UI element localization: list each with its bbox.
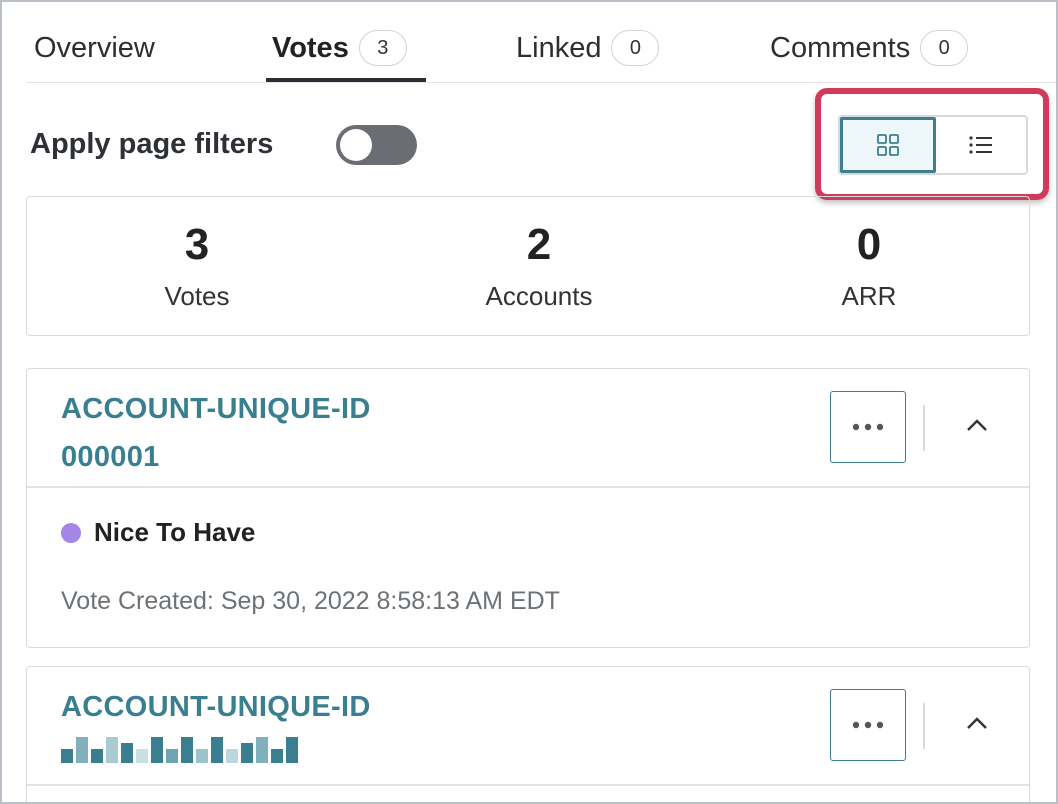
divider (923, 703, 925, 749)
tab-votes[interactable]: Votes 3 (272, 28, 407, 68)
ellipsis-icon (851, 418, 885, 436)
chevron-up-icon (966, 716, 988, 735)
tab-label: Overview (34, 31, 155, 64)
tab-label: Votes (272, 31, 349, 64)
list-view-button[interactable] (936, 117, 1026, 173)
divider (923, 405, 925, 451)
list-view-icon (968, 134, 994, 156)
tab-bar: Overview Votes 3 Linked 0 Comments 0 (26, 2, 1056, 83)
arr-label: ARR (841, 281, 897, 311)
tab-comments[interactable]: Comments 0 (770, 28, 969, 68)
votes-panel: Overview Votes 3 Linked 0 Comments 0 App… (0, 0, 1058, 804)
vote-created-timestamp: Vote Created: Sep 30, 2022 8:58:13 AM ED… (61, 587, 560, 615)
ellipsis-icon (851, 716, 885, 734)
accounts-stat: 2 Accounts (439, 219, 639, 312)
redacted-account-id (61, 737, 298, 763)
account-id-line1: ACCOUNT-UNIQUE-ID (61, 691, 371, 723)
more-options-button[interactable] (830, 689, 906, 761)
priority-label: Nice To Have (94, 517, 256, 547)
tab-label: Linked (516, 31, 602, 64)
toggle-knob (340, 129, 372, 161)
collapse-button[interactable] (957, 707, 997, 743)
account-title[interactable]: ACCOUNT-UNIQUE-ID 000001 (61, 385, 481, 481)
chevron-up-icon (966, 418, 988, 437)
grid-view-button[interactable] (840, 117, 936, 173)
collapse-button[interactable] (957, 409, 997, 445)
accounts-label: Accounts (485, 281, 593, 311)
more-options-button[interactable] (830, 391, 906, 463)
card-divider (27, 784, 1029, 786)
tab-count-badge: 0 (920, 30, 969, 66)
view-switch (838, 115, 1028, 175)
card-divider (27, 486, 1029, 488)
votes-stat: 3 Votes (97, 219, 297, 312)
apply-page-filters-toggle[interactable] (336, 125, 417, 165)
votes-count: 3 (184, 220, 210, 269)
tab-overview[interactable]: Overview (34, 28, 155, 68)
tab-count-badge: 3 (358, 30, 407, 66)
account-id-line1: ACCOUNT-UNIQUE-ID (61, 393, 371, 425)
vote-card: ACCOUNT-UNIQUE-ID (26, 666, 1030, 802)
grid-view-icon (876, 133, 900, 157)
votes-summary: 3 Votes 2 Accounts 0 ARR (26, 196, 1030, 336)
apply-page-filters-label: Apply page filters (30, 128, 274, 160)
tab-label: Comments (770, 31, 911, 64)
account-title[interactable]: ACCOUNT-UNIQUE-ID (61, 683, 481, 731)
vote-card: ACCOUNT-UNIQUE-ID 000001 Nice To Have Vo… (26, 368, 1030, 648)
priority-dot-icon (61, 522, 81, 543)
priority-badge: Nice To Have (61, 517, 255, 548)
account-id-line2: 000001 (61, 441, 160, 473)
tab-count-badge: 0 (611, 30, 660, 66)
tab-linked[interactable]: Linked 0 (516, 28, 660, 68)
accounts-count: 2 (526, 220, 552, 269)
arr-value: 0 (856, 220, 882, 269)
active-tab-indicator (266, 78, 426, 82)
votes-label: Votes (164, 281, 230, 311)
arr-stat: 0 ARR (769, 219, 969, 312)
